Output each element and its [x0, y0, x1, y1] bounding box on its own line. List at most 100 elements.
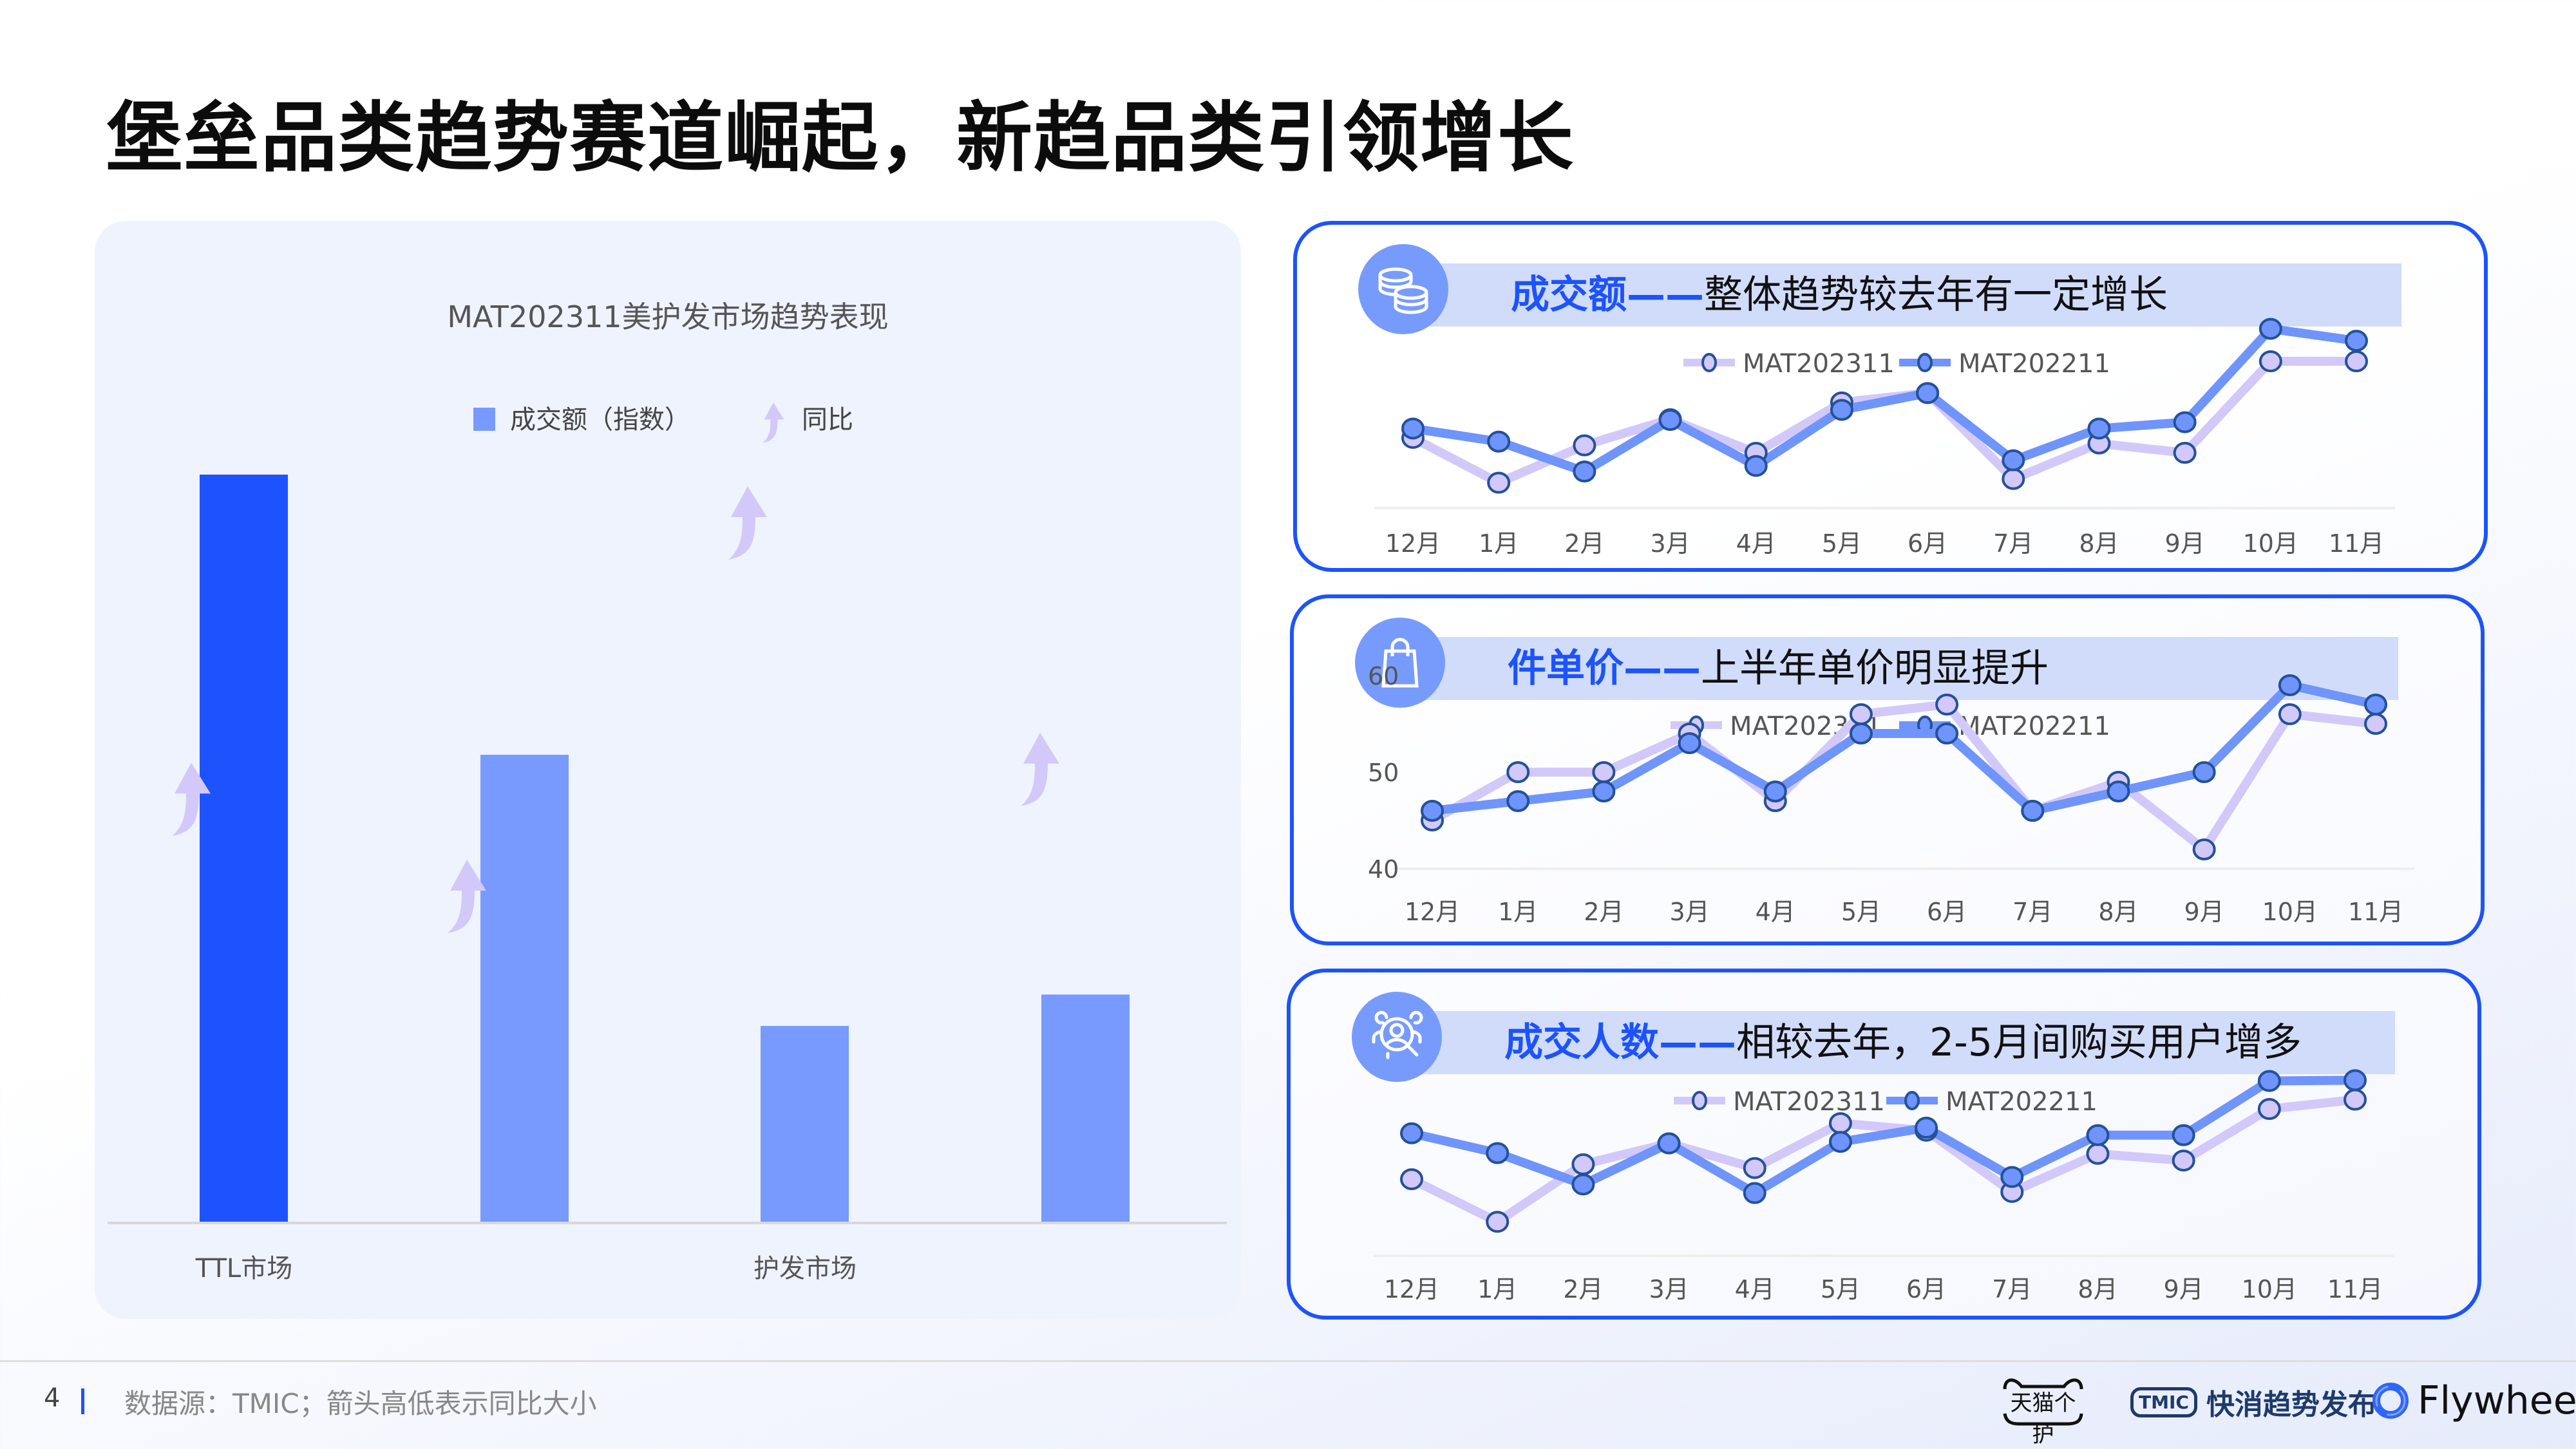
data-point: [1401, 417, 1425, 440]
yoy-arrow-icon: [728, 486, 767, 560]
x-tick-label: 1月: [1498, 898, 1538, 926]
x-tick-label: 11月: [2329, 529, 2384, 558]
kpi-panel-unit-price: 件单价——上半年单价明显提升 MAT202311 MAT202211 40 50 60 1…: [1290, 594, 2485, 945]
x-tick-label: 2月: [1564, 529, 1604, 558]
legend-marker: [1904, 1091, 1920, 1110]
data-point: [2344, 1088, 2367, 1111]
data-point: [1743, 1157, 1766, 1179]
legend-marker: [1917, 353, 1933, 372]
source-note: 数据源：TMIC；箭头高低表示同比大小: [124, 1388, 597, 1419]
y-tick-label: 50: [1368, 759, 1399, 787]
legend-swatch-gmv: [473, 408, 495, 431]
page-number-separator: [81, 1388, 84, 1414]
x-tick-label: 12月: [1405, 898, 1460, 926]
flywheel-logo: Flywheel: [2370, 1378, 2576, 1423]
tmic-logo-text: 快消趋势发布: [2206, 1388, 2376, 1421]
data-point: [1849, 703, 1873, 725]
x-tick-label: 3月: [1650, 529, 1690, 558]
x-tick-label: 4月: [1735, 1275, 1775, 1303]
flywheel-logo-text: Flywheel: [2418, 1378, 2576, 1423]
data-point: [2278, 703, 2302, 725]
data-point: [1763, 781, 1787, 802]
legend-label: MAT202211: [1958, 712, 2110, 741]
data-point: [1849, 723, 1873, 744]
tmic-badge: TMIC: [2130, 1387, 2197, 1417]
data-point: [2107, 781, 2130, 802]
flywheel-ring-icon: [2372, 1383, 2409, 1419]
page-title: 堡垒品类趋势赛道崛起，新趋品类引领增长: [106, 93, 1575, 182]
data-point: [2086, 1124, 2110, 1146]
data-point: [1916, 382, 1940, 404]
data-point: [2192, 838, 2216, 860]
x-tick-label: 4月: [1736, 529, 1776, 558]
data-point: [2002, 468, 2025, 490]
data-point: [2172, 1124, 2195, 1146]
data-point: [2172, 1150, 2195, 1172]
x-tick-label: 6月: [1927, 898, 1967, 926]
data-point: [1743, 1182, 1766, 1204]
data-point: [2173, 442, 2197, 464]
data-point: [1571, 1173, 1595, 1196]
data-point: [2087, 417, 2111, 440]
line-chart-gmv: MAT202311 MAT202211 12月 1月 2月 3月 4月 5月 6月 7月 8月 9月 1…: [1374, 317, 2395, 558]
data-point: [1657, 1132, 1681, 1155]
x-tick-label: 5月: [1822, 529, 1862, 558]
series-line: [1432, 681, 2377, 815]
legend-arrow-icon: [762, 402, 784, 443]
x-tick-label: 10月: [2242, 1275, 2297, 1303]
x-tick-label: 2月: [1563, 1275, 1603, 1303]
x-tick-label: 3月: [1669, 898, 1709, 926]
x-tick-label: 6月: [1906, 1275, 1946, 1303]
legend-label: MAT202211: [1958, 349, 2110, 379]
bar-chart-panel: MAT202311美护发市场趋势表现 成交额（指数） 同比 TTL市场 护发市场: [95, 221, 1241, 1319]
bar: [761, 1026, 849, 1222]
x-tick-label: 9月: [2184, 898, 2224, 926]
data-point: [2000, 1166, 2024, 1188]
data-point: [1400, 1122, 1423, 1144]
x-tick-label: 11月: [2327, 1275, 2383, 1303]
x-tick-label: 10月: [2262, 898, 2318, 926]
data-point: [1915, 1117, 1938, 1139]
line-chart-buyers: MAT202311 MAT202211 12月 1月 2月 3月 4月 5月 6月 7月 8月 9月 1…: [1373, 1069, 2394, 1303]
data-point: [1573, 434, 1596, 457]
data-point: [1592, 781, 1616, 802]
data-point: [1421, 800, 1444, 822]
legend-label-gmv: 成交额（指数）: [510, 405, 690, 435]
x-tick-label: 1月: [1477, 1275, 1517, 1303]
data-point: [1658, 409, 1682, 431]
legend-label: MAT202311: [1733, 1087, 1885, 1117]
bar: [480, 755, 569, 1222]
legend-label-yoy: 同比: [802, 405, 853, 435]
data-point: [1592, 761, 1616, 783]
tmall-logo: 天猫个护: [2000, 1375, 2087, 1448]
data-point: [1506, 790, 1530, 812]
data-point: [2364, 713, 2387, 735]
data-point: [1571, 1153, 1595, 1175]
footer-divider: [0, 1360, 2576, 1362]
x-tick-label: 9月: [2164, 1275, 2204, 1303]
data-point: [2345, 350, 2368, 373]
data-point: [2086, 1142, 2110, 1165]
data-point: [1935, 694, 1959, 715]
data-point: [2002, 449, 2025, 471]
data-point: [1678, 732, 1701, 754]
data-point: [1830, 399, 1853, 421]
bar: [1041, 994, 1130, 1222]
x-tick-label: 11月: [2348, 898, 2403, 926]
data-point: [2344, 1069, 2367, 1092]
data-point: [1486, 1211, 1510, 1233]
legend-marker: [1692, 1091, 1707, 1110]
arrow-shape: [728, 486, 767, 560]
line-chart-unit-price: MAT202311 MAT20221140506012月 1月 2月 3月 4月 5月 6月 7…: [1368, 662, 2414, 926]
x-tick-label: 5月: [1841, 898, 1881, 926]
tmall-logo-text: 天猫个护: [2010, 1390, 2076, 1448]
data-point: [1935, 723, 1959, 744]
data-point: [2257, 1070, 2281, 1092]
yoy-arrow-icon: [1021, 732, 1059, 806]
x-tick-label: 12月: [1384, 1275, 1439, 1303]
x-tick-label: 4月: [1756, 898, 1795, 926]
chart-title: MAT202311美护发市场趋势表现: [447, 299, 888, 334]
arrow-shape: [762, 402, 784, 443]
data-point: [1573, 460, 1596, 483]
legend-label: MAT202311: [1743, 349, 1895, 379]
